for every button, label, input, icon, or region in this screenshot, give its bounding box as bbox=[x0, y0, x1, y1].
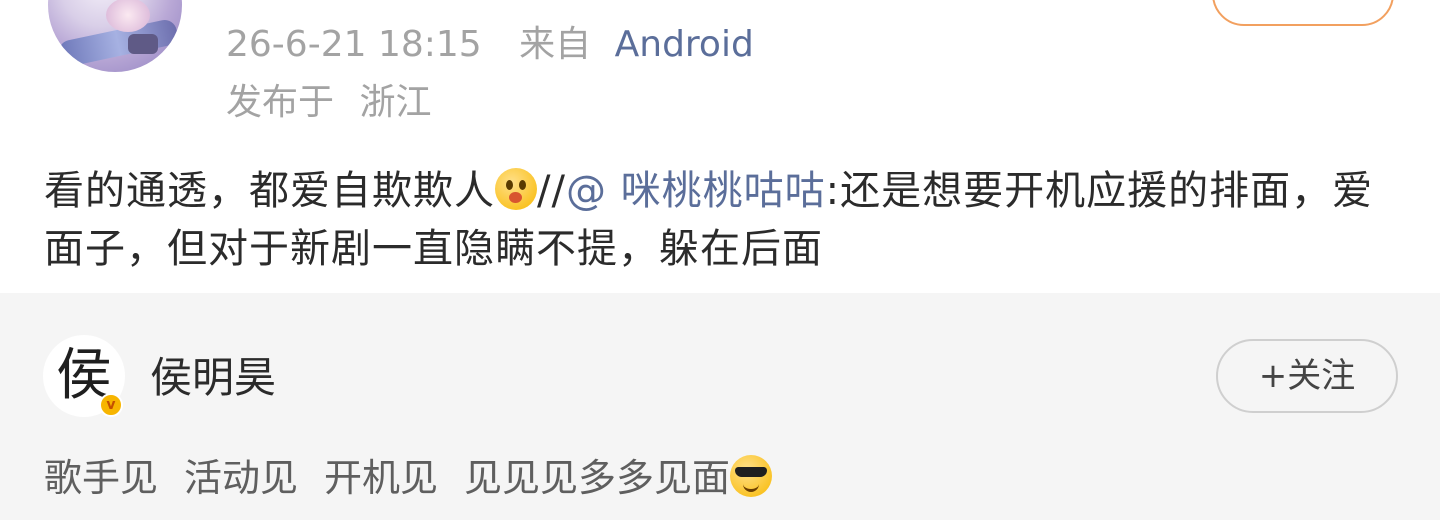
bio-item: 活动见 bbox=[184, 456, 299, 500]
user-bio: 歌手见 活动见 开机见 见见见多多见面 bbox=[44, 453, 773, 503]
user-name[interactable]: 侯明昊 bbox=[150, 351, 276, 405]
sunglasses-face-emoji-icon bbox=[730, 455, 773, 497]
author-avatar[interactable] bbox=[48, 0, 182, 72]
post-text-part: 看的通透，都爱自欺欺人 bbox=[44, 168, 495, 214]
bio-item: 歌手见 bbox=[44, 456, 159, 500]
bio-item: 见见见多多见面 bbox=[464, 456, 731, 500]
location-value: 浙江 bbox=[359, 82, 432, 123]
follow-button[interactable]: +关注 bbox=[1216, 339, 1398, 413]
user-avatar[interactable]: 侯 v bbox=[43, 335, 125, 417]
source-device-link[interactable]: Android bbox=[615, 24, 754, 65]
author-follow-button[interactable] bbox=[1212, 0, 1394, 26]
avatar-art bbox=[128, 34, 158, 54]
user-card[interactable]: 侯 v 侯明昊 +关注 歌手见 活动见 开机见 见见见多多见面 bbox=[0, 293, 1440, 520]
mention-link[interactable]: @ 咪桃桃咕咕 bbox=[566, 168, 826, 214]
source-label: 来自 bbox=[519, 24, 592, 65]
post-meta: 26-6-21 18:15 来自 Android bbox=[226, 22, 754, 68]
bio-item: 开机见 bbox=[324, 456, 439, 500]
post-text: 看的通透，都爱自欺欺人//@ 咪桃桃咕咕:还是想要开机应援的排面，爱面子，但对于… bbox=[44, 162, 1404, 278]
post-location: 发布于 浙江 bbox=[226, 80, 431, 126]
post-timestamp: 26-6-21 18:15 bbox=[226, 24, 482, 65]
location-label: 发布于 bbox=[226, 82, 335, 123]
repost-separator: // bbox=[537, 168, 566, 214]
verified-badge-icon: v bbox=[99, 393, 123, 417]
post: 26-6-21 18:15 来自 Android 发布于 浙江 看的通透，都爱自… bbox=[0, 0, 1440, 293]
peeking-face-emoji-icon bbox=[495, 168, 537, 210]
